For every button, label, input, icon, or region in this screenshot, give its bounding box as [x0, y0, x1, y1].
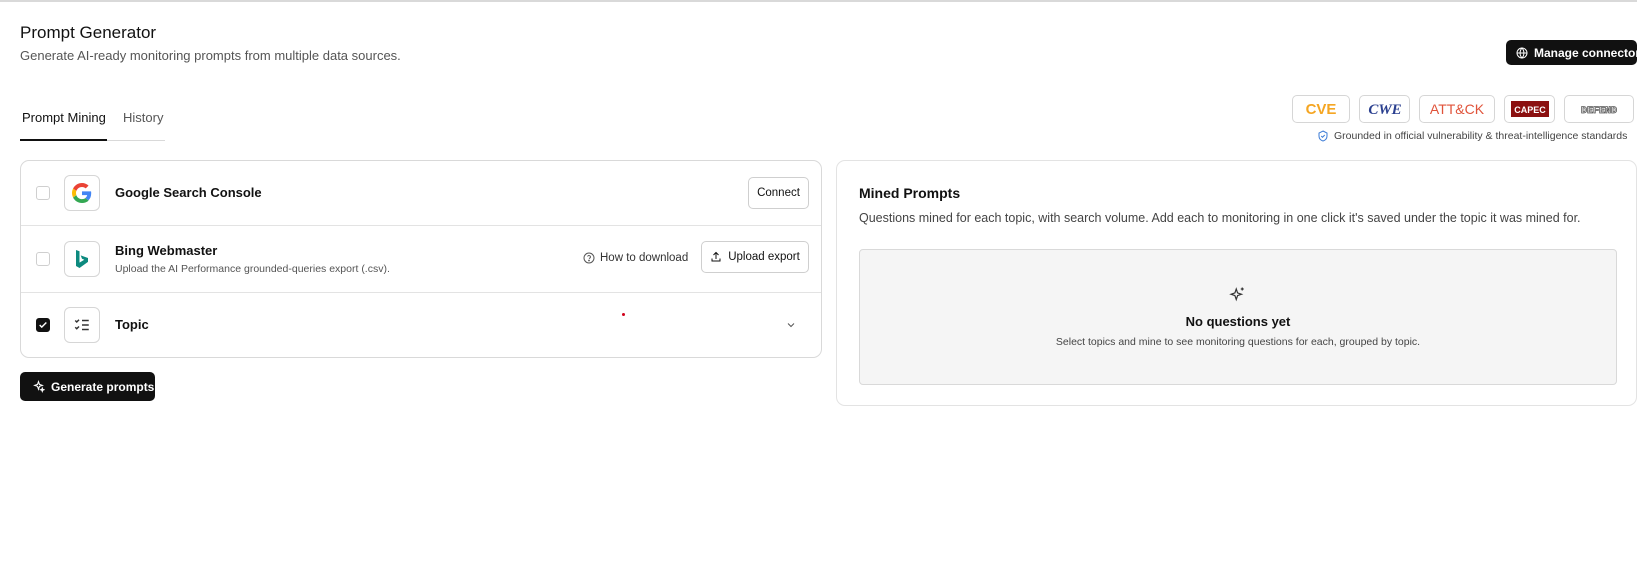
source-row-topic: Topic	[21, 293, 821, 357]
topic-checkbox[interactable]	[36, 318, 50, 332]
upload-export-button[interactable]: Upload export	[701, 241, 809, 273]
mined-prompts-title: Mined Prompts	[859, 185, 961, 201]
shield-check-icon	[1318, 130, 1328, 142]
bing-checkbox[interactable]	[36, 252, 50, 266]
bing-logo-box	[64, 241, 100, 277]
globe-icon	[1516, 46, 1528, 59]
mined-prompts-description: Questions mined for each topic, with sea…	[859, 211, 1581, 225]
empty-state: No questions yet Select topics and mine …	[859, 249, 1617, 385]
source-name: Bing Webmaster	[115, 243, 218, 258]
svg-text:CAPEC: CAPEC	[1514, 105, 1546, 115]
how-to-download-link[interactable]: How to download	[583, 252, 688, 264]
cwe-logo: CWE	[1359, 95, 1410, 123]
bing-icon	[76, 250, 88, 268]
manage-connectors-label: Manage connectors	[1534, 45, 1637, 60]
svg-text:CVE: CVE	[1306, 101, 1337, 118]
data-sources-panel: Google Search Console Connect Bing Webma…	[20, 160, 822, 358]
upload-icon	[711, 251, 721, 262]
mined-prompts-panel: Mined Prompts Questions mined for each t…	[836, 160, 1637, 406]
manage-connectors-button[interactable]: Manage connectors	[1506, 40, 1637, 65]
svg-text:CWE: CWE	[1368, 102, 1401, 118]
source-name: Google Search Console	[115, 185, 262, 200]
svg-text:DEFEND: DEFEND	[1581, 106, 1617, 117]
chevron-down-icon[interactable]	[785, 318, 797, 336]
checklist-icon	[74, 319, 89, 331]
standards-note: Grounded in official vulnerability & thr…	[1317, 130, 1627, 142]
empty-state-title: No questions yet	[1185, 314, 1291, 329]
topic-icon-box	[64, 307, 100, 343]
empty-state-description: Select topics and mine to see monitoring…	[1055, 336, 1421, 348]
google-logo-box	[64, 175, 100, 211]
tab-prompt-mining[interactable]: Prompt Mining	[22, 110, 106, 125]
active-tab-indicator	[20, 139, 107, 141]
source-name: Topic	[115, 317, 149, 332]
google-icon	[72, 183, 92, 203]
sparkle-icon	[1229, 287, 1244, 302]
page-title: Prompt Generator	[20, 23, 157, 42]
defend-logo: DEFEND	[1564, 95, 1634, 123]
gsc-checkbox[interactable]	[36, 186, 50, 200]
cve-logo: CVE	[1292, 95, 1350, 123]
check-icon	[39, 321, 47, 329]
source-row-google-search-console: Google Search Console Connect	[21, 161, 821, 226]
sparkle-icon	[33, 380, 45, 393]
help-circle-icon	[583, 252, 595, 264]
tab-bar: Prompt Mining History	[20, 100, 165, 141]
tab-history[interactable]: History	[123, 110, 163, 125]
svg-text:ATT&CK: ATT&CK	[1430, 101, 1485, 117]
capec-logo: CAPEC	[1504, 95, 1555, 123]
top-divider	[0, 0, 1637, 2]
generate-prompts-button[interactable]: Generate prompts	[20, 372, 155, 401]
cursor-marker	[622, 313, 625, 316]
source-row-bing-webmaster: Bing Webmaster Upload the AI Performance…	[21, 226, 821, 293]
connect-button[interactable]: Connect	[748, 177, 809, 209]
standards-badges: CVE CWE ATT&CK CAPEC DEFEND	[1292, 95, 1634, 123]
generate-prompts-label: Generate prompts	[51, 379, 155, 394]
attck-logo: ATT&CK	[1419, 95, 1495, 123]
page-subtitle: Generate AI-ready monitoring prompts fro…	[20, 48, 401, 63]
upload-export-label: Upload export	[728, 251, 800, 263]
standards-note-text: Grounded in official vulnerability & thr…	[1334, 130, 1628, 142]
source-description: Upload the AI Performance grounded-queri…	[115, 263, 390, 275]
how-to-download-label: How to download	[600, 252, 689, 264]
